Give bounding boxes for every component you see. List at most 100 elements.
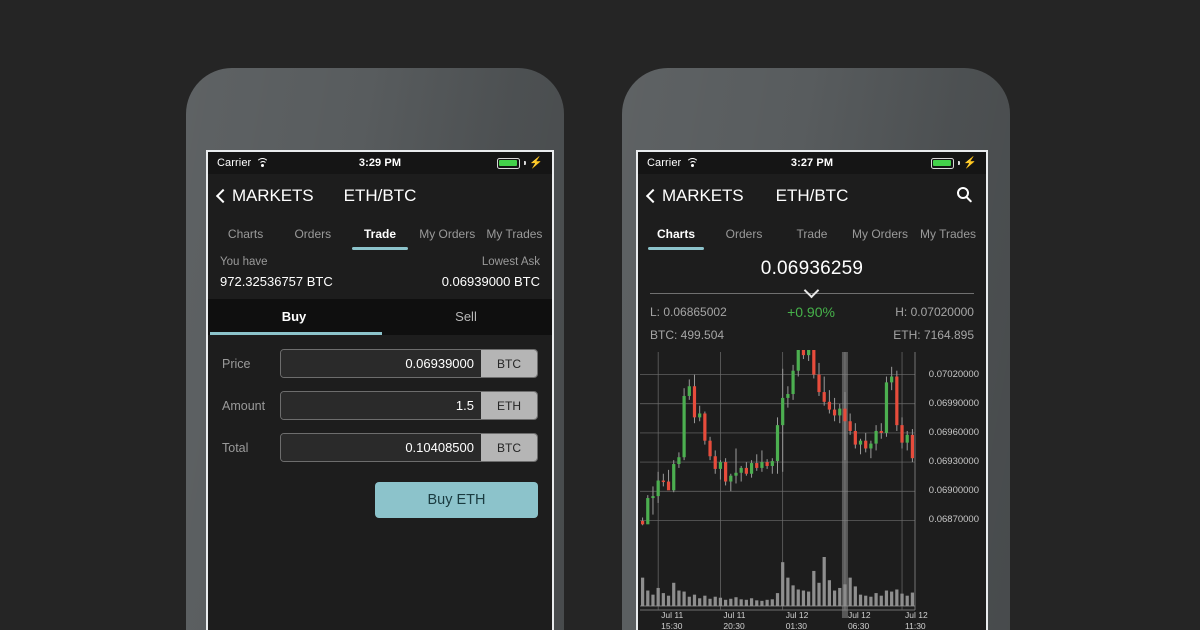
field-price: Price 0.06939000 BTC xyxy=(222,349,538,378)
poster-canvas: Carrier 3:29 PM ⚡ MARKETS ETH/BTC Charts… xyxy=(0,0,1200,630)
status-bar-right: Carrier 3:27 PM ⚡ xyxy=(638,152,986,174)
btc-volume: BTC: 499.504 xyxy=(650,328,725,342)
balance-labels: You have Lowest Ask xyxy=(220,256,540,268)
you-have-label: You have xyxy=(220,256,268,268)
tab-buy[interactable]: Buy xyxy=(208,299,380,335)
submit-row: Buy ETH xyxy=(208,475,552,518)
amount-unit: ETH xyxy=(481,392,537,419)
lowest-ask-label: Lowest Ask xyxy=(481,256,540,268)
tab-my-orders[interactable]: My Orders xyxy=(846,218,914,250)
back-label: MARKETS xyxy=(232,186,314,205)
tab-my-trades[interactable]: My Trades xyxy=(481,218,548,250)
chart-x-axis: Jul 11 15:30 Jul 11 20:30 Jul 12 01:30 Jul 12 0… xyxy=(638,610,986,630)
nav-bar-right: MARKETS ETH/BTC xyxy=(638,174,986,218)
tab-charts[interactable]: Charts xyxy=(212,218,279,250)
x-tick-time: 11:30 xyxy=(905,621,926,630)
low-stat: L: 0.06865002 xyxy=(650,305,727,319)
eth-volume: ETH: 7164.895 xyxy=(893,328,974,342)
chevron-left-icon xyxy=(215,188,231,204)
chart-y-axis: 0.07020000 0.06990000 0.06960000 0.06930000… xyxy=(911,350,983,630)
carrier-label: Carrier xyxy=(217,157,252,169)
total-input[interactable]: 0.10408500 xyxy=(281,434,481,461)
balance-info: You have Lowest Ask 972.32536757 BTC 0.0… xyxy=(208,250,552,299)
tabs-container-right: Charts Orders Trade My Orders My Trades xyxy=(638,218,986,250)
tab-charts[interactable]: Charts xyxy=(642,218,710,250)
back-label: MARKETS xyxy=(662,186,744,205)
lowest-ask-value: 0.06939000 BTC xyxy=(441,274,540,289)
price-input[interactable]: 0.06939000 xyxy=(281,350,481,377)
tabs-container-left: Charts Orders Trade My Orders My Trades xyxy=(208,218,552,250)
x-tick-date: Jul 11 xyxy=(661,610,684,620)
x-tick-date: Jul 11 xyxy=(723,610,746,620)
y-axis-tick: 0.06930000 xyxy=(928,456,979,468)
chevron-left-icon xyxy=(645,188,661,204)
status-carrier-group: Carrier xyxy=(647,157,700,169)
x-axis-tick: Jul 12 06:30 xyxy=(848,610,871,630)
candlestick-chart[interactable]: 0.07020000 0.06990000 0.06960000 0.06930000… xyxy=(638,350,986,630)
battery-icon xyxy=(497,157,521,169)
tab-active-indicator xyxy=(352,247,408,250)
x-tick-time: 06:30 xyxy=(847,621,870,630)
wifi-icon xyxy=(256,158,270,168)
high-stat: H: 0.07020000 xyxy=(895,305,974,319)
buy-eth-button[interactable]: Buy ETH xyxy=(375,482,538,518)
nav-bar-left: MARKETS ETH/BTC xyxy=(208,174,552,218)
input-group-amount[interactable]: 1.5 ETH xyxy=(280,391,538,420)
y-axis-tick: 0.06960000 xyxy=(928,426,979,438)
tab-orders[interactable]: Orders xyxy=(710,218,778,250)
screen-right: Carrier 3:27 PM ⚡ MARKETS ETH/BTC Charts… xyxy=(636,150,988,630)
status-bar-left: Carrier 3:29 PM ⚡ xyxy=(208,152,552,174)
bolt-icon: ⚡ xyxy=(529,156,543,169)
status-right-group: ⚡ xyxy=(497,156,543,169)
expand-summary-button[interactable] xyxy=(650,282,974,299)
tab-sell[interactable]: Sell xyxy=(380,299,552,335)
status-right-group: ⚡ xyxy=(931,156,977,169)
battery-nub-icon xyxy=(958,161,961,165)
input-group-total[interactable]: 0.10408500 BTC xyxy=(280,433,538,462)
field-total: Total 0.10408500 BTC xyxy=(222,433,538,462)
field-label-total: Total xyxy=(222,440,249,455)
tab-my-trades[interactable]: My Trades xyxy=(914,218,982,250)
buy-sell-active-indicator xyxy=(210,332,382,335)
price-summary: 0.06936259 L: 0.06865002 +0.90% H: 0.070… xyxy=(638,250,986,350)
stats-row-1: L: 0.06865002 +0.90% H: 0.07020000 xyxy=(650,304,974,320)
balance-values: 972.32536757 BTC 0.06939000 BTC xyxy=(220,274,540,289)
x-tick-date: Jul 12 xyxy=(905,610,928,620)
back-to-markets-button[interactable]: MARKETS xyxy=(215,186,314,206)
x-tick-date: Jul 12 xyxy=(847,610,871,620)
status-carrier-group: Carrier xyxy=(217,157,270,169)
amount-input[interactable]: 1.5 xyxy=(281,392,481,419)
y-axis-tick: 0.07020000 xyxy=(928,368,979,380)
bolt-icon: ⚡ xyxy=(963,156,977,169)
chevron-down-icon xyxy=(803,282,820,299)
tab-trade[interactable]: Trade xyxy=(778,218,846,250)
carrier-label: Carrier xyxy=(647,157,682,169)
x-axis-tick: Jul 12 01:30 xyxy=(786,610,809,630)
tab-trade[interactable]: Trade xyxy=(346,218,413,250)
field-label-amount: Amount xyxy=(222,398,266,413)
price-unit: BTC xyxy=(481,350,537,377)
x-axis-tick: Jul 11 20:30 xyxy=(723,610,745,630)
y-axis-tick: 0.06870000 xyxy=(928,514,979,526)
search-icon[interactable] xyxy=(956,186,976,206)
x-axis-tick: Jul 12 11:30 xyxy=(905,610,928,630)
tab-active-indicator xyxy=(648,247,704,250)
y-axis-tick: 0.06990000 xyxy=(928,397,979,409)
tab-bar-right: Charts Orders Trade My Orders My Trades xyxy=(638,218,986,250)
total-unit: BTC xyxy=(481,434,537,461)
input-group-price[interactable]: 0.06939000 BTC xyxy=(280,349,538,378)
x-axis-tick: Jul 11 15:30 xyxy=(661,610,683,630)
buy-sell-tabs: Buy Sell xyxy=(208,299,552,335)
y-axis-tick: 0.06900000 xyxy=(928,485,979,497)
field-amount: Amount 1.5 ETH xyxy=(222,391,538,420)
you-have-value: 972.32536757 BTC xyxy=(220,274,333,289)
tab-my-orders[interactable]: My Orders xyxy=(414,218,481,250)
x-tick-date: Jul 12 xyxy=(785,610,809,620)
screen-left: Carrier 3:29 PM ⚡ MARKETS ETH/BTC Charts… xyxy=(206,150,554,630)
last-price: 0.06936259 xyxy=(760,258,864,279)
field-label-price: Price xyxy=(222,356,251,371)
back-to-markets-button[interactable]: MARKETS xyxy=(645,186,744,206)
battery-nub-icon xyxy=(524,161,527,165)
tab-orders[interactable]: Orders xyxy=(279,218,346,250)
x-tick-time: 01:30 xyxy=(785,621,807,630)
